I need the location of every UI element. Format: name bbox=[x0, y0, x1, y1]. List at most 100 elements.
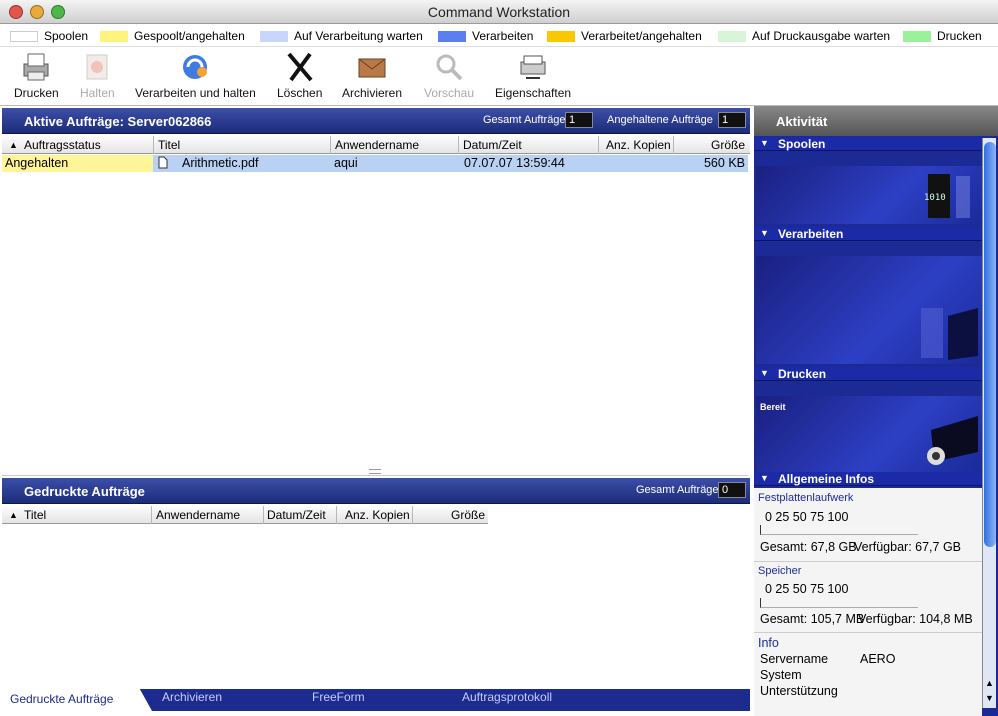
splitter[interactable] bbox=[2, 466, 748, 476]
process-data-icon bbox=[921, 308, 978, 360]
sort-ascending-icon: ▲ bbox=[9, 510, 18, 520]
process-hold-icon bbox=[183, 55, 208, 79]
info-area: Festplattenlaufwerk 0 25 50 75 100 Gesam… bbox=[754, 488, 982, 716]
scroll-down-icon[interactable]: ▼ bbox=[985, 693, 994, 703]
table-row[interactable]: Angehalten Arithmetic.pdf aqui 07.07.07 … bbox=[2, 155, 748, 172]
held-jobs-label: Angehaltene Aufträge bbox=[607, 114, 713, 126]
toolbar: Drucken Halten Verarbeiten und halten Lö… bbox=[0, 48, 998, 106]
disk-label: Festplattenlaufwerk bbox=[758, 492, 854, 504]
tab-printed-jobs[interactable]: Gedruckte Aufträge bbox=[0, 689, 152, 711]
printer-icon bbox=[23, 53, 49, 81]
total-jobs-value: 1 bbox=[565, 112, 593, 128]
legend-printing: Drucken bbox=[903, 29, 982, 43]
job-size: 560 KB bbox=[703, 156, 745, 170]
legend-processing: Verarbeiten bbox=[438, 29, 533, 43]
col-printed-size[interactable]: Größe bbox=[451, 508, 485, 522]
print-animation: Bereit bbox=[756, 396, 982, 472]
legend-spooled-held: Gespoolt/angehalten bbox=[100, 29, 245, 43]
document-icon bbox=[158, 156, 168, 172]
col-date[interactable]: Datum/Zeit bbox=[463, 138, 522, 152]
process-and-hold-button[interactable]: Verarbeiten und halten bbox=[135, 50, 256, 100]
active-jobs-title: Aktive Aufträge: Server062866 bbox=[24, 114, 212, 129]
tab-archive[interactable]: Archivieren bbox=[152, 687, 232, 709]
status-legend: Spoolen Gespoolt/angehalten Auf Verarbei… bbox=[0, 25, 998, 47]
legend-wait-process: Auf Verarbeitung warten bbox=[260, 29, 423, 43]
printed-jobs-header: Gedruckte Aufträge Gesamt Aufträge 0 bbox=[2, 478, 750, 504]
memory-scale: 0 25 50 75 100 bbox=[765, 582, 849, 596]
hold-icon bbox=[86, 54, 108, 80]
printed-total-value: 0 bbox=[718, 482, 746, 498]
window-title: Command Workstation bbox=[427, 4, 571, 20]
col-printed-date[interactable]: Datum/Zeit bbox=[267, 508, 326, 522]
printed-jobs-column-header: ▲ Titel Anwendername Datum/Zeit Anz. Kop… bbox=[2, 506, 488, 524]
bottom-tab-bar: Gedruckte Aufträge Archivieren FreeForm … bbox=[0, 689, 750, 711]
delete-button[interactable]: Löschen bbox=[277, 50, 322, 100]
disk-usage-bar bbox=[760, 525, 918, 535]
col-status[interactable]: Auftragsstatus bbox=[24, 138, 101, 152]
server-name-value: AERO bbox=[860, 652, 896, 666]
activity-panel: Aktivität ▲ ▼ ▼ Spoolen 1010 ▼ Verarbeiten… bbox=[754, 106, 998, 716]
memory-label: Speicher bbox=[758, 565, 802, 577]
activity-scrollbar[interactable]: ▲ ▼ bbox=[982, 138, 996, 708]
disclosure-triangle-icon: ▼ bbox=[760, 473, 769, 483]
print-button[interactable]: Drucken bbox=[14, 50, 59, 100]
col-copies[interactable]: Anz. Kopien bbox=[606, 138, 671, 152]
archive-icon bbox=[358, 58, 386, 78]
sort-ascending-icon: ▲ bbox=[9, 140, 18, 150]
section-spool[interactable]: ▼ Spoolen bbox=[754, 137, 982, 151]
col-printed-user[interactable]: Anwendername bbox=[156, 508, 240, 522]
hold-button[interactable]: Halten bbox=[80, 50, 115, 100]
legend-spool: Spoolen bbox=[10, 29, 88, 43]
total-jobs-label: Gesamt Aufträge bbox=[483, 114, 566, 126]
printed-jobs-title: Gedruckte Aufträge bbox=[24, 484, 145, 499]
col-user[interactable]: Anwendername bbox=[335, 138, 419, 152]
job-status: Angehalten bbox=[2, 155, 153, 172]
active-jobs-header: Aktive Aufträge: Server062866 Gesamt Auf… bbox=[2, 108, 750, 134]
activity-title: Aktivität bbox=[754, 106, 998, 136]
disclosure-triangle-icon: ▼ bbox=[760, 138, 769, 148]
gear-icon bbox=[927, 416, 978, 465]
col-title[interactable]: Titel bbox=[158, 138, 180, 152]
support-label: Unterstützung bbox=[760, 684, 838, 698]
held-jobs-value: 1 bbox=[718, 112, 746, 128]
disk-scale: 0 25 50 75 100 bbox=[765, 510, 849, 524]
disclosure-triangle-icon: ▼ bbox=[760, 228, 769, 238]
legend-wait-print: Auf Druckausgabe warten bbox=[718, 29, 890, 43]
section-process[interactable]: ▼ Verarbeiten bbox=[754, 227, 982, 241]
system-label: System bbox=[760, 668, 802, 682]
memory-usage-bar bbox=[760, 598, 918, 608]
print-status: Bereit bbox=[760, 402, 786, 412]
active-jobs-column-header: ▲ Auftragsstatus Titel Anwendername Datu… bbox=[2, 136, 750, 154]
title-bar: Command Workstation bbox=[0, 0, 998, 24]
col-printed-copies[interactable]: Anz. Kopien bbox=[345, 508, 410, 522]
disclosure-triangle-icon: ▼ bbox=[760, 368, 769, 378]
memory-total: Gesamt: 105,7 MB bbox=[760, 612, 865, 626]
section-print[interactable]: ▼ Drucken bbox=[754, 367, 982, 381]
spool-animation: 1010 bbox=[756, 166, 982, 224]
col-size[interactable]: Größe bbox=[711, 138, 745, 152]
job-date: 07.07.07 13:59:44 bbox=[464, 156, 565, 170]
tab-freeform[interactable]: FreeForm bbox=[302, 687, 375, 709]
memory-free: Verfügbar: 104,8 MB bbox=[858, 612, 973, 626]
legend-processed-held: Verarbeitet/angehalten bbox=[547, 29, 702, 43]
info-label: Info bbox=[758, 636, 779, 650]
col-printed-title[interactable]: Titel bbox=[24, 508, 46, 522]
magnifier-icon bbox=[436, 54, 463, 81]
section-info[interactable]: ▼ Allgemeine Infos bbox=[754, 472, 982, 486]
svg-text:1010: 1010 bbox=[924, 193, 946, 203]
scroll-up-icon[interactable]: ▲ bbox=[985, 678, 994, 688]
archive-button[interactable]: Archivieren bbox=[342, 50, 402, 100]
server-name-label: Servername bbox=[760, 652, 829, 666]
process-animation bbox=[756, 256, 982, 364]
disk-free: Verfügbar: 67,7 GB bbox=[854, 540, 962, 554]
binary-data-icon: 1010 bbox=[924, 174, 970, 218]
job-title: Arithmetic.pdf bbox=[182, 156, 259, 170]
tab-job-log[interactable]: Auftragsprotokoll bbox=[452, 687, 562, 709]
properties-icon bbox=[520, 55, 546, 79]
printed-total-label: Gesamt Aufträge bbox=[636, 484, 719, 496]
disk-total: Gesamt: 67,8 GB bbox=[760, 540, 857, 554]
properties-button[interactable]: Eigenschaften bbox=[495, 50, 571, 100]
job-user: aqui bbox=[334, 156, 358, 170]
preview-button[interactable]: Vorschau bbox=[424, 50, 474, 100]
delete-x-icon bbox=[287, 52, 313, 82]
